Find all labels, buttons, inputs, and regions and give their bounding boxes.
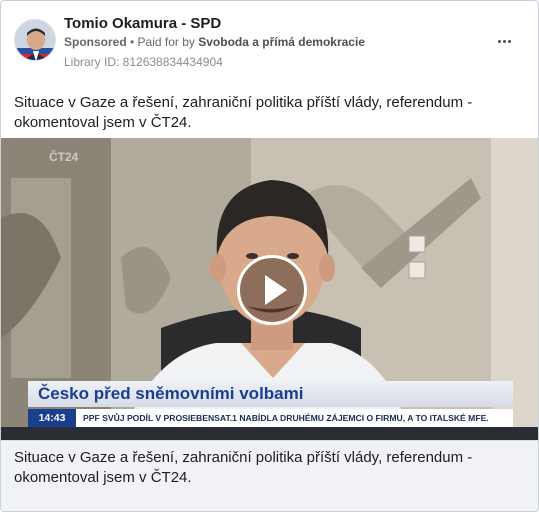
sponsor-line: Sponsored • Paid for by Svoboda a přímá … <box>64 35 365 49</box>
play-button[interactable] <box>237 255 307 325</box>
news-ticker: 14:43 PPF SVŮJ PODÍL V PROSIEBENSAT.1 NA… <box>28 409 513 427</box>
library-id: Library ID: 812638834434904 <box>64 55 223 69</box>
post-header: Tomio Okamura - SPD Sponsored • Paid for… <box>1 1 538 81</box>
play-icon <box>265 275 287 305</box>
paid-for-by-link[interactable]: Svoboda a přímá demokracie <box>198 35 365 49</box>
lower-third-title: Česko před sněmovními volbami <box>28 381 513 407</box>
more-options-button[interactable] <box>492 31 516 51</box>
video-player[interactable]: ČT24 Česko před sněmovními volbami 14:43… <box>1 138 538 440</box>
ticker-time: 14:43 <box>28 409 76 427</box>
lower-third-text: Česko před sněmovními volbami <box>38 384 304 403</box>
ad-body-text: Situace v Gaze a řešení, zahraniční poli… <box>14 94 473 131</box>
page-avatar[interactable] <box>14 19 56 61</box>
ticker-text: PPF SVŮJ PODÍL V PROSIEBENSAT.1 NABÍDLA … <box>83 413 489 423</box>
channel-logo: ČT24 <box>49 150 79 164</box>
paid-for-prefix: Paid for by <box>137 35 199 49</box>
page-name[interactable]: Tomio Okamura - SPD <box>64 15 221 32</box>
video-caption: Situace v Gaze a řešení, zahraniční poli… <box>1 440 538 511</box>
ad-card: Tomio Okamura - SPD Sponsored • Paid for… <box>0 0 539 512</box>
caption-text: Situace v Gaze a řešení, zahraniční poli… <box>14 449 473 486</box>
more-horizontal-icon <box>497 39 511 43</box>
separator-dot: • <box>126 35 138 49</box>
sponsored-label: Sponsored <box>64 35 127 49</box>
